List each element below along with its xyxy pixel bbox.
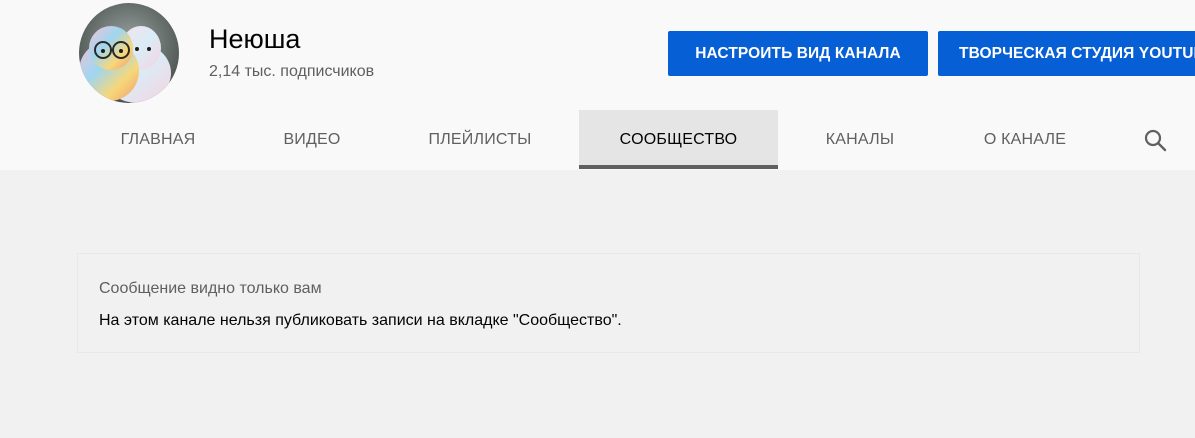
notice-body: На этом канале нельзя публиковать записи…	[99, 312, 622, 329]
customize-channel-button[interactable]: НАСТРОИТЬ ВИД КАНАЛА	[668, 31, 928, 76]
subscriber-count: 2,14 тыс. подписчиков	[209, 63, 375, 80]
channel-avatar[interactable]	[79, 3, 179, 103]
tab-playlists[interactable]: ПЛЕЙЛИСТЫ	[405, 110, 555, 169]
tab-channels[interactable]: КАНАЛЫ	[805, 110, 915, 169]
tab-about[interactable]: О КАНАЛЕ	[962, 110, 1088, 169]
channel-name: Неюша	[209, 24, 301, 54]
search-icon[interactable]	[1141, 127, 1169, 155]
community-notice: Сообщение видно только вам На этом канал…	[77, 253, 1140, 353]
notice-title: Сообщение видно только вам	[99, 280, 322, 297]
youtube-studio-button[interactable]: ТВОРЧЕСКАЯ СТУДИЯ YOUTUBE	[938, 31, 1195, 76]
tab-home[interactable]: ГЛАВНАЯ	[98, 110, 218, 169]
tab-community[interactable]: СООБЩЕСТВО	[579, 110, 778, 169]
channel-header: Неюша 2,14 тыс. подписчиков НАСТРОИТЬ ВИ…	[0, 0, 1195, 170]
tab-videos[interactable]: ВИДЕО	[262, 110, 362, 169]
channel-tabs: ГЛАВНАЯ ВИДЕО ПЛЕЙЛИСТЫ СООБЩЕСТВО КАНАЛ…	[0, 110, 1195, 170]
